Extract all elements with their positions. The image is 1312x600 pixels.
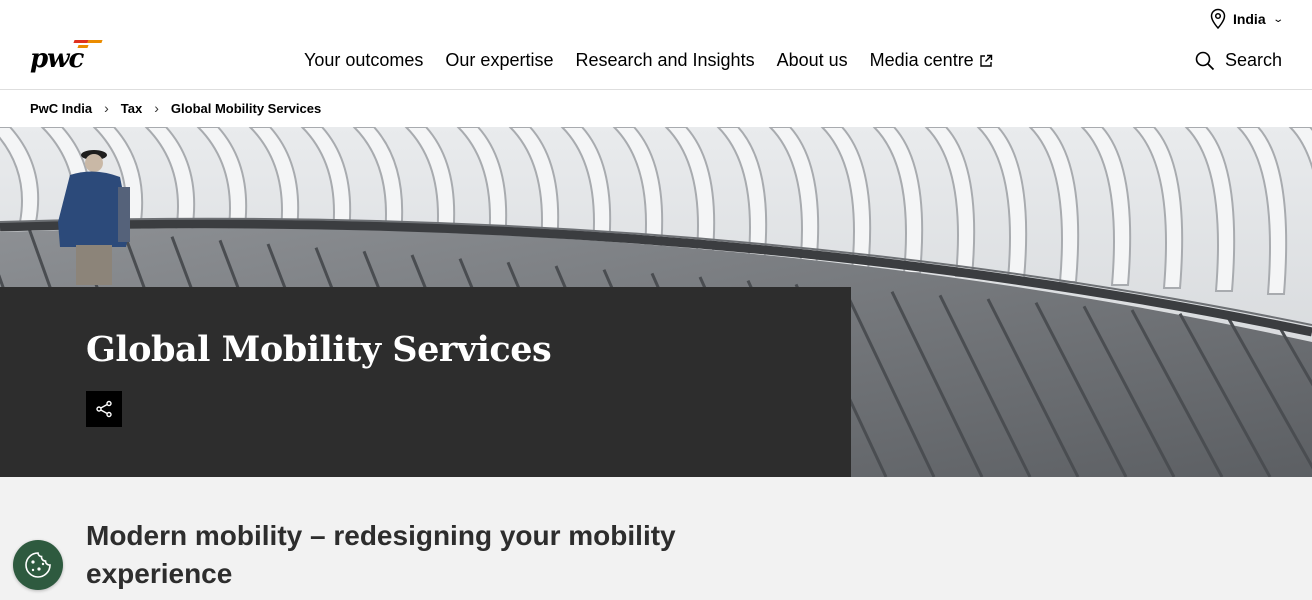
logo-bar-amber <box>87 40 103 43</box>
nav-label: About us <box>776 50 848 70</box>
nav-label: Media centre <box>869 50 974 70</box>
region-label: India <box>1232 11 1266 27</box>
search-label: Search <box>1224 50 1282 70</box>
hero-banner: Global Mobility Services <box>0 127 1312 477</box>
share-button[interactable] <box>86 391 122 427</box>
search-button[interactable]: Search <box>1195 50 1282 71</box>
nav-item-about-us[interactable]: About us <box>777 50 848 71</box>
logo-text: pwc <box>30 44 84 74</box>
nav-label: Your outcomes <box>304 50 424 70</box>
intro-section: Modern mobility – redesigning your mobil… <box>0 477 1312 600</box>
chevron-right-icon: › <box>104 100 109 116</box>
chevron-down-icon: ⌄ <box>1271 13 1284 25</box>
nav-item-media-centre[interactable]: Media centre <box>870 50 993 71</box>
intro-heading: Modern mobility – redesigning your mobil… <box>86 520 676 589</box>
share-icon <box>96 400 112 418</box>
chevron-right-icon: › <box>154 100 159 116</box>
cookie-settings-button[interactable] <box>13 540 63 590</box>
nav-item-your-outcomes[interactable]: Your outcomes <box>304 50 423 71</box>
breadcrumb: PwC India › Tax › Global Mobility Servic… <box>30 100 321 116</box>
hero-title-panel: Global Mobility Services <box>0 287 851 477</box>
cookie-icon <box>25 552 51 578</box>
nav-item-our-expertise[interactable]: Our expertise <box>445 50 553 71</box>
region-selector[interactable]: India ⌄ <box>1209 8 1284 30</box>
breadcrumb-item-home[interactable]: PwC India <box>30 101 92 116</box>
search-icon <box>1195 51 1215 70</box>
nav-label: Research and Insights <box>575 50 755 70</box>
nav-item-research-insights[interactable]: Research and Insights <box>575 50 754 71</box>
location-pin-icon <box>1210 8 1226 30</box>
site-header: pwc India ⌄ Your outcomes Our expertise … <box>0 0 1312 90</box>
breadcrumb-item-tax[interactable]: Tax <box>121 101 142 116</box>
main-nav: Your outcomes Our expertise Research and… <box>304 50 993 71</box>
nav-label: Our expertise <box>445 50 554 70</box>
pwc-logo[interactable]: pwc <box>30 38 104 76</box>
breadcrumb-item-current: Global Mobility Services <box>170 100 322 116</box>
page-title: Global Mobility Services <box>86 329 552 370</box>
external-link-icon <box>980 54 992 67</box>
